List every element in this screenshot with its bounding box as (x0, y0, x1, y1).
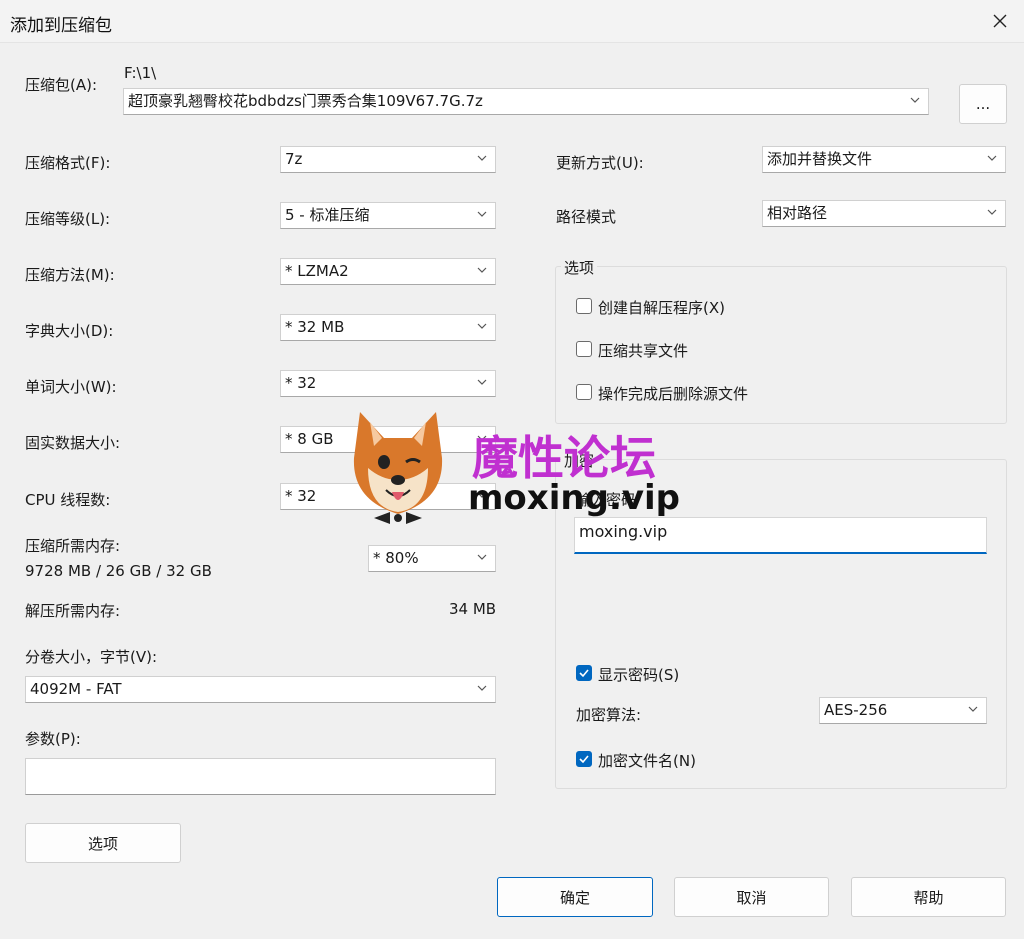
options-group-title: 选项 (561, 257, 598, 278)
params-input[interactable] (25, 758, 496, 795)
chevron-down-icon (477, 155, 487, 161)
level-value: 5 - 标准压缩 (285, 206, 370, 224)
enc-method-label: 加密算法: (576, 706, 642, 724)
encrypt-names-label: 加密文件名(N) (598, 752, 696, 770)
chevron-down-icon (477, 554, 487, 560)
encrypt-names-checkbox[interactable] (576, 751, 592, 767)
enc-method-combo[interactable]: AES-256 (819, 697, 987, 724)
pathmode-combo[interactable]: 相对路径 (762, 200, 1006, 227)
chevron-down-icon (968, 706, 978, 712)
decomp-label: 解压所需内存: (25, 602, 121, 620)
chevron-down-icon (477, 685, 487, 691)
chevron-down-icon (910, 97, 920, 103)
browse-button[interactable]: ... (959, 84, 1007, 124)
shared-checkbox[interactable] (576, 341, 592, 357)
window-title: 添加到压缩包 (10, 16, 112, 36)
volume-label: 分卷大小，字节(V): (25, 648, 158, 666)
delete-label: 操作完成后删除源文件 (598, 385, 749, 403)
watermark-logo (348, 408, 448, 530)
cancel-button[interactable]: 取消 (674, 877, 829, 917)
word-combo[interactable]: * 32 (280, 370, 496, 397)
format-combo[interactable]: 7z (280, 146, 496, 173)
solid-label: 固实数据大小: (25, 434, 121, 452)
delete-checkbox[interactable] (576, 384, 592, 400)
title-bar: 添加到压缩包 (0, 0, 1024, 43)
method-value: * LZMA2 (285, 262, 349, 280)
format-value: 7z (285, 150, 303, 168)
shiba-dog-icon (353, 412, 443, 524)
archive-name-combo[interactable]: 超顶豪乳翘臀校花bdbdzs门票秀合集109V67.7G.7z (123, 88, 929, 115)
check-icon (579, 669, 589, 678)
enc-method-value: AES-256 (824, 701, 888, 719)
archive-path: F:\1\ (124, 64, 157, 82)
threads-value: * 32 (285, 487, 317, 505)
threads-label: CPU 线程数: (25, 491, 111, 509)
chevron-down-icon (987, 209, 997, 215)
method-combo[interactable]: * LZMA2 (280, 258, 496, 285)
options-button[interactable]: 选项 (25, 823, 181, 863)
password-input[interactable]: moxing.vip (574, 517, 987, 554)
mem-label: 压缩所需内存: (25, 537, 121, 555)
close-icon (993, 14, 1007, 28)
chevron-down-icon (477, 323, 487, 329)
watermark-text-en: moxing.vip (468, 478, 680, 518)
dict-value: * 32 MB (285, 318, 345, 336)
update-value: 添加并替换文件 (767, 150, 873, 168)
show-password-checkbox[interactable] (576, 665, 592, 681)
dict-label: 字典大小(D): (25, 322, 114, 340)
volume-combo[interactable]: 4092M - FAT (25, 676, 496, 703)
sfx-checkbox[interactable] (576, 298, 592, 314)
word-value: * 32 (285, 374, 317, 392)
mem-combo[interactable]: * 80% (368, 545, 496, 572)
chevron-down-icon (987, 155, 997, 161)
volume-value: 4092M - FAT (30, 680, 122, 698)
archive-name-value: 超顶豪乳翘臀校花bdbdzs门票秀合集109V67.7G.7z (128, 92, 483, 110)
word-label: 单词大小(W): (25, 378, 117, 396)
shared-label: 压缩共享文件 (598, 342, 689, 360)
check-icon (579, 755, 589, 764)
mem-detail: 9728 MB / 26 GB / 32 GB (25, 562, 212, 580)
method-label: 压缩方法(M): (25, 266, 115, 284)
help-button[interactable]: 帮助 (851, 877, 1006, 917)
chevron-down-icon (477, 267, 487, 273)
archive-label: 压缩包(A): (25, 76, 98, 94)
update-combo[interactable]: 添加并替换文件 (762, 146, 1006, 173)
password-value: moxing.vip (579, 522, 668, 541)
close-button[interactable] (984, 6, 1016, 36)
mem-value: * 80% (373, 549, 419, 567)
update-label: 更新方式(U): (556, 154, 644, 172)
level-combo[interactable]: 5 - 标准压缩 (280, 202, 496, 229)
solid-value: * 8 GB (285, 430, 334, 448)
decomp-value: 34 MB (449, 600, 497, 618)
pathmode-value: 相对路径 (767, 204, 828, 222)
sfx-label: 创建自解压程序(X) (598, 299, 725, 317)
level-label: 压缩等级(L): (25, 210, 111, 228)
pathmode-label: 路径模式 (556, 208, 617, 226)
show-password-label: 显示密码(S) (598, 666, 680, 684)
dict-combo[interactable]: * 32 MB (280, 314, 496, 341)
chevron-down-icon (477, 379, 487, 385)
ok-button[interactable]: 确定 (497, 877, 653, 917)
format-label: 压缩格式(F): (25, 154, 111, 172)
chevron-down-icon (477, 211, 487, 217)
params-label: 参数(P): (25, 730, 81, 748)
